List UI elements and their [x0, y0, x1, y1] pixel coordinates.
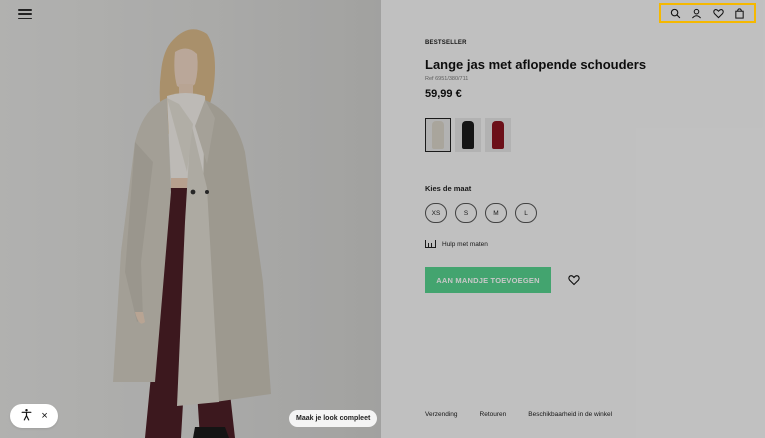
model-photo [113, 29, 271, 438]
product-image-panel[interactable]: × Maak je look compleet [0, 0, 381, 438]
product-page: × Maak je look compleet BESTSELLER Lange… [0, 0, 765, 438]
footer-link-returns[interactable]: Retouren [480, 411, 507, 418]
close-icon[interactable]: × [41, 410, 47, 422]
product-price: 59,99 € [425, 88, 462, 100]
complete-look-button[interactable]: Maak je look compleet [289, 410, 378, 427]
size-selector: XS S M L [425, 203, 537, 223]
wishlist-heart-icon[interactable] [568, 273, 582, 287]
search-icon[interactable] [669, 6, 683, 20]
size-option-s[interactable]: S [455, 203, 477, 223]
product-reference: Ref 6951/380/711 [425, 76, 469, 82]
color-swatches [425, 118, 511, 152]
bestseller-badge: BESTSELLER [425, 40, 467, 46]
accessibility-widget[interactable]: × [10, 404, 58, 428]
color-swatch-black[interactable] [455, 118, 481, 152]
footer-link-store-availability[interactable]: Beschikbaarheid in de winkel [528, 411, 612, 418]
accessibility-icon[interactable] [20, 408, 33, 424]
bag-icon[interactable] [732, 6, 746, 20]
size-option-l[interactable]: L [515, 203, 537, 223]
heart-icon[interactable] [711, 6, 725, 20]
product-title: Lange jas met aflopende schouders [425, 57, 647, 72]
size-help-label: Hulp met maten [442, 240, 488, 248]
user-icon[interactable] [690, 6, 704, 20]
add-to-cart-button[interactable]: AAN MANDJE TOEVOEGEN [425, 267, 551, 293]
color-swatch-red[interactable] [485, 118, 511, 152]
ruler-icon [425, 240, 436, 248]
footer-links: Verzending Retouren Beschikbaarheid in d… [425, 411, 612, 418]
footer-link-shipping[interactable]: Verzending [425, 411, 458, 418]
size-help-link[interactable]: Hulp met maten [425, 240, 488, 248]
size-label: Kies de maat [425, 184, 472, 193]
size-option-m[interactable]: M [485, 203, 507, 223]
header-icon-group [659, 3, 756, 23]
hamburger-icon[interactable] [18, 8, 32, 20]
size-option-xs[interactable]: XS [425, 203, 447, 223]
color-swatch-ecru[interactable] [425, 118, 451, 152]
